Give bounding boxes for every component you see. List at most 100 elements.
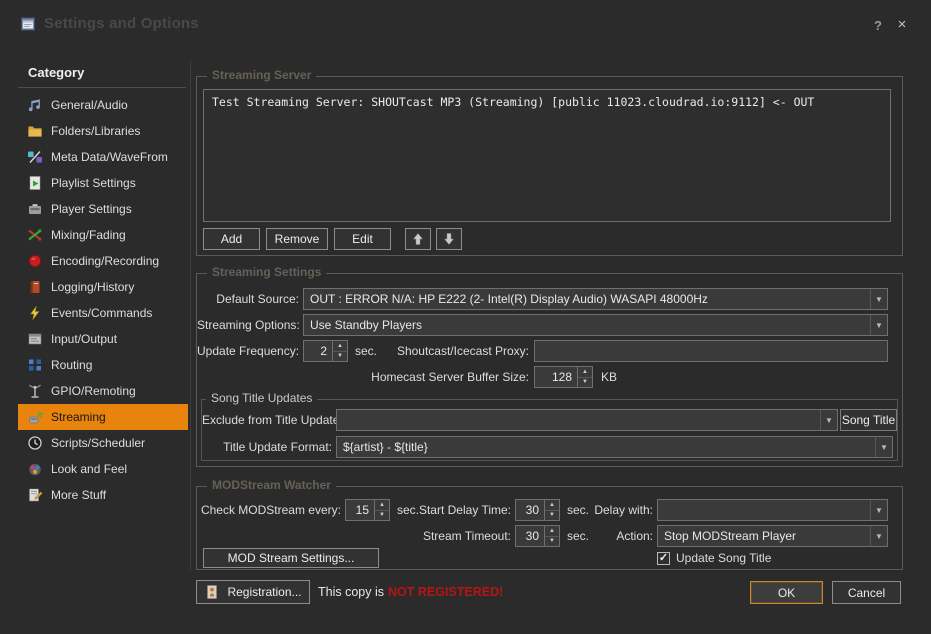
- sidebar-item-label: Input/Output: [51, 332, 117, 346]
- update-song-title-checkbox[interactable]: ✓ Update Song Title: [657, 548, 771, 568]
- category-list: General/Audio Folders/Libraries Meta Dat…: [18, 92, 188, 508]
- buffer-size-stepper[interactable]: 128 ▲▼: [534, 366, 593, 388]
- stream-timeout-stepper[interactable]: 30 ▲▼: [515, 525, 560, 547]
- cancel-button[interactable]: Cancel: [832, 581, 901, 604]
- dropdown-arrow-icon[interactable]: ▼: [870, 289, 887, 309]
- delay-with-select[interactable]: ▼: [657, 499, 888, 521]
- streaming-settings-group: Streaming Settings Default Source: OUT :…: [196, 273, 903, 467]
- proxy-input[interactable]: [534, 340, 888, 362]
- move-up-button[interactable]: [405, 228, 431, 250]
- metadata-icon: [27, 149, 43, 165]
- default-source-select[interactable]: OUT : ERROR N/A: HP E222 (2- Intel(R) Di…: [303, 288, 888, 310]
- dropdown-arrow-icon[interactable]: ▼: [875, 437, 892, 457]
- action-value: Stop MODStream Player: [658, 526, 870, 546]
- dropdown-arrow-icon[interactable]: ▼: [870, 526, 887, 546]
- spin-up-icon[interactable]: ▲: [545, 500, 559, 511]
- help-button[interactable]: ?: [870, 18, 886, 33]
- mixing-icon: [27, 227, 43, 243]
- start-delay-unit: sec.: [567, 499, 589, 521]
- down-arrow-icon: [441, 231, 457, 247]
- not-registered-exclamation: !: [499, 585, 503, 599]
- ok-button[interactable]: OK: [750, 581, 823, 604]
- buffer-size-unit: KB: [601, 366, 617, 388]
- action-label: Action:: [589, 525, 653, 547]
- add-button[interactable]: Add: [203, 228, 260, 250]
- stream-timeout-unit: sec.: [567, 525, 589, 547]
- spin-down-icon[interactable]: ▼: [545, 511, 559, 521]
- spin-down-icon[interactable]: ▼: [578, 378, 592, 388]
- sidebar-item-events-commands[interactable]: Events/Commands: [18, 300, 188, 326]
- sidebar-item-input-output[interactable]: Input/Output: [18, 326, 188, 352]
- sidebar-item-streaming[interactable]: Streaming: [18, 404, 188, 430]
- streaming-options-select[interactable]: Use Standby Players ▼: [303, 314, 888, 336]
- sidebar-item-mixing-fading[interactable]: Mixing/Fading: [18, 222, 188, 248]
- spin-down-icon[interactable]: ▼: [545, 537, 559, 547]
- mod-stream-settings-button[interactable]: MOD Stream Settings...: [203, 548, 379, 568]
- spin-up-icon[interactable]: ▲: [578, 367, 592, 378]
- sidebar-item-metadata-wavefrom[interactable]: Meta Data/WaveFrom: [18, 144, 188, 170]
- stream-timeout-value: 30: [515, 525, 545, 547]
- sidebar-item-gpio-remoting[interactable]: GPIO/Remoting: [18, 378, 188, 404]
- log-book-icon: [27, 279, 43, 295]
- check-modstream-value: 15: [345, 499, 375, 521]
- sidebar-item-label: General/Audio: [51, 98, 128, 112]
- exclude-select[interactable]: ▼: [336, 409, 838, 431]
- sidebar-item-label: Logging/History: [51, 280, 134, 294]
- spin-down-icon[interactable]: ▼: [375, 511, 389, 521]
- up-arrow-icon: [410, 231, 426, 247]
- title-format-select[interactable]: ${artist} - ${title} ▼: [336, 436, 893, 458]
- player-icon: [27, 201, 43, 217]
- update-frequency-stepper[interactable]: 2 ▲▼: [303, 340, 348, 362]
- sidebar-item-scripts-scheduler[interactable]: Scripts/Scheduler: [18, 430, 188, 456]
- registration-button-label: Registration...: [227, 585, 301, 599]
- delay-with-value: [658, 500, 870, 520]
- start-delay-stepper[interactable]: 30 ▲▼: [515, 499, 560, 521]
- sidebar-item-general-audio[interactable]: General/Audio: [18, 92, 188, 118]
- remove-button[interactable]: Remove: [266, 228, 328, 250]
- proxy-label: Shoutcast/Icecast Proxy:: [347, 340, 529, 362]
- sidebar-item-folders-libraries[interactable]: Folders/Libraries: [18, 118, 188, 144]
- palette-icon: [27, 461, 43, 477]
- buffer-size-label: Homecast Server Buffer Size:: [347, 366, 529, 388]
- sidebar-item-more-stuff[interactable]: More Stuff: [18, 482, 188, 508]
- dropdown-arrow-icon[interactable]: ▼: [870, 500, 887, 520]
- title-format-value: ${artist} - ${title}: [337, 437, 875, 457]
- spin-up-icon[interactable]: ▲: [333, 341, 347, 352]
- folder-icon: [27, 123, 43, 139]
- sidebar-item-look-and-feel[interactable]: Look and Feel: [18, 456, 188, 482]
- spin-up-icon[interactable]: ▲: [545, 526, 559, 537]
- sidebar-item-label: GPIO/Remoting: [51, 384, 136, 398]
- buffer-size-value: 128: [534, 366, 578, 388]
- spin-up-icon[interactable]: ▲: [375, 500, 389, 511]
- song-title-button[interactable]: Song Title: [840, 409, 897, 431]
- registration-button[interactable]: Registration...: [196, 580, 310, 604]
- sidebar-item-label: Events/Commands: [51, 306, 152, 320]
- not-registered-text: NOT REGISTERED: [388, 585, 499, 599]
- sidebar-item-logging-history[interactable]: Logging/History: [18, 274, 188, 300]
- sidebar-item-routing[interactable]: Routing: [18, 352, 188, 378]
- action-select[interactable]: Stop MODStream Player ▼: [657, 525, 888, 547]
- start-delay-value: 30: [515, 499, 545, 521]
- delay-with-label: Delay with:: [589, 499, 653, 521]
- streaming-server-group: Streaming Server Test Streaming Server: …: [196, 76, 903, 256]
- update-song-title-label: Update Song Title: [676, 551, 771, 565]
- sidebar-item-encoding-recording[interactable]: Encoding/Recording: [18, 248, 188, 274]
- dropdown-arrow-icon[interactable]: ▼: [820, 410, 837, 430]
- server-list-item[interactable]: Test Streaming Server: SHOUTcast MP3 (St…: [204, 90, 890, 114]
- move-down-button[interactable]: [436, 228, 462, 250]
- dropdown-arrow-icon[interactable]: ▼: [870, 315, 887, 335]
- sidebar-right-divider: [190, 60, 191, 570]
- music-note-icon: [27, 97, 43, 113]
- edit-button[interactable]: Edit: [334, 228, 391, 250]
- sidebar-item-label: More Stuff: [51, 488, 106, 502]
- registration-icon: [204, 584, 220, 600]
- close-icon[interactable]: ×: [894, 16, 910, 33]
- sidebar-item-playlist-settings[interactable]: Playlist Settings: [18, 170, 188, 196]
- stream-timeout-label: Stream Timeout:: [397, 525, 511, 547]
- streaming-options-value: Use Standby Players: [304, 315, 870, 335]
- modstream-watcher-group: MODStream Watcher Check MODStream every:…: [196, 486, 903, 570]
- check-modstream-stepper[interactable]: 15 ▲▼: [345, 499, 390, 521]
- sidebar-item-player-settings[interactable]: Player Settings: [18, 196, 188, 222]
- record-icon: [27, 253, 43, 269]
- spin-down-icon[interactable]: ▼: [333, 352, 347, 362]
